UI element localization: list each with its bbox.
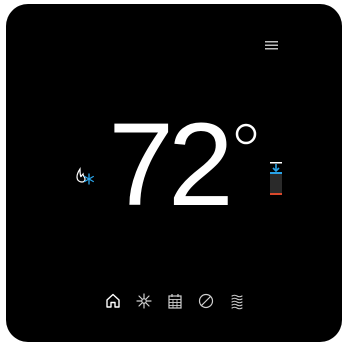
mode-button[interactable] <box>74 166 96 186</box>
bottom-navigation <box>102 290 262 312</box>
home-icon <box>106 293 120 308</box>
leaf-icon <box>198 293 214 309</box>
heat-cool-mode-icon <box>76 167 94 185</box>
nav-schedule[interactable] <box>164 290 186 312</box>
nav-fan[interactable] <box>133 290 155 312</box>
menu-button[interactable] <box>262 36 282 54</box>
current-temperature: 72 <box>108 99 233 231</box>
nav-humidity[interactable] <box>226 290 248 312</box>
nav-home[interactable] <box>102 290 124 312</box>
humidity-waves-icon <box>231 294 243 310</box>
nav-eco[interactable] <box>195 290 217 312</box>
calendar-icon <box>168 294 182 309</box>
fan-icon <box>136 293 152 309</box>
setpoint-indicator[interactable] <box>266 160 286 200</box>
setpoint-slider-icon <box>270 162 282 195</box>
degree-symbol <box>235 123 257 145</box>
hamburger-menu-icon <box>265 41 278 50</box>
thermostat-screen: 72 <box>6 4 342 342</box>
